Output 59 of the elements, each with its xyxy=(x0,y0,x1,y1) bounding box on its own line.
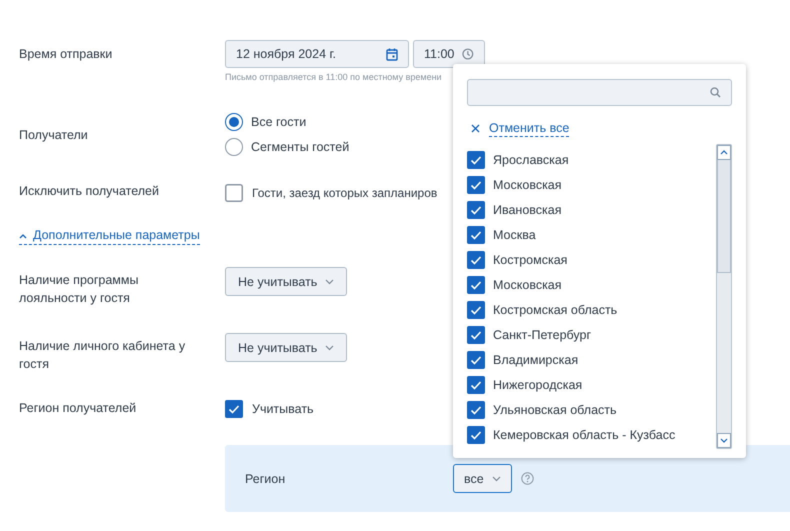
field-label: Время отправки xyxy=(19,46,114,63)
field-label: Наличие личного кабинета у гостя xyxy=(19,338,186,373)
chevron-down-icon xyxy=(325,278,334,284)
search-field[interactable] xyxy=(467,79,732,106)
checkbox[interactable] xyxy=(467,400,485,418)
region-option[interactable]: Москва xyxy=(493,228,536,242)
checkbox[interactable] xyxy=(467,150,485,168)
close-icon[interactable] xyxy=(471,124,480,132)
checkbox[interactable] xyxy=(467,300,485,318)
radio-button[interactable] xyxy=(225,113,243,131)
select-dropdown[interactable]: Не учитывать xyxy=(225,267,348,296)
checkbox[interactable] xyxy=(467,200,485,218)
region-option[interactable]: Санкт-Петербург xyxy=(493,328,592,342)
field-label: Получатели xyxy=(19,127,89,144)
checkbox[interactable] xyxy=(467,376,485,394)
region-option[interactable]: Ульяновская область xyxy=(493,402,617,416)
field-label: Регион получателей xyxy=(19,400,138,417)
radio-label: Все гости xyxy=(251,115,306,129)
chevron-up-icon[interactable] xyxy=(720,150,728,155)
checkbox[interactable] xyxy=(467,276,485,294)
field-label: Регион xyxy=(245,472,286,486)
checkbox-label: Гости, заезд которых запланиров xyxy=(252,186,438,200)
search-icon xyxy=(710,87,721,98)
region-option[interactable]: Московская xyxy=(493,178,562,192)
select-dropdown[interactable]: Не учитывать xyxy=(225,333,348,362)
hint-text: Письмо отправляется в 11:00 по местному времени xyxy=(225,72,443,82)
region-option[interactable]: Московская xyxy=(493,278,562,292)
date-field[interactable]: 12 ноября 2024 г. xyxy=(225,40,409,68)
region-option[interactable]: Нижегородская xyxy=(493,378,582,392)
caret-icon xyxy=(19,232,27,238)
region-option[interactable]: Костромская xyxy=(493,252,568,266)
region-option[interactable]: Кемеровская область - Кузбасс xyxy=(493,428,676,442)
checkbox[interactable] xyxy=(467,426,485,444)
chevron-down-icon xyxy=(492,476,501,482)
checkbox-label: Учитывать xyxy=(252,402,314,416)
checkbox[interactable] xyxy=(467,176,485,194)
scrollbar[interactable] xyxy=(716,144,732,449)
region-select[interactable]: все xyxy=(453,464,512,493)
radio-button[interactable] xyxy=(225,138,243,156)
field-label: Исключить получателей xyxy=(19,183,160,200)
calendar-icon xyxy=(386,48,398,60)
clear-all-link[interactable]: Отменить все xyxy=(489,120,570,136)
field-label: Наличие программы лояльности у гостя xyxy=(19,272,140,307)
time-field[interactable]: 11:00 xyxy=(413,40,485,68)
region-option[interactable]: Ярославская xyxy=(493,152,569,166)
clock-icon xyxy=(462,48,474,60)
region-option[interactable]: Владимирская xyxy=(493,352,578,366)
checkbox[interactable] xyxy=(467,326,485,344)
radio-label: Сегменты гостей xyxy=(251,140,350,154)
chevron-down-icon xyxy=(325,344,334,350)
region-option[interactable]: Костромская область xyxy=(493,302,618,316)
advanced-parameters-link[interactable]: Дополнительные параметры xyxy=(19,227,200,245)
region-option[interactable]: Ивановская xyxy=(493,202,562,216)
chevron-down-icon[interactable] xyxy=(720,438,728,443)
checkbox[interactable] xyxy=(467,250,485,268)
checkbox[interactable] xyxy=(467,226,485,244)
checkbox[interactable] xyxy=(225,184,243,202)
checkbox[interactable] xyxy=(225,400,243,418)
checkbox[interactable] xyxy=(467,350,485,368)
